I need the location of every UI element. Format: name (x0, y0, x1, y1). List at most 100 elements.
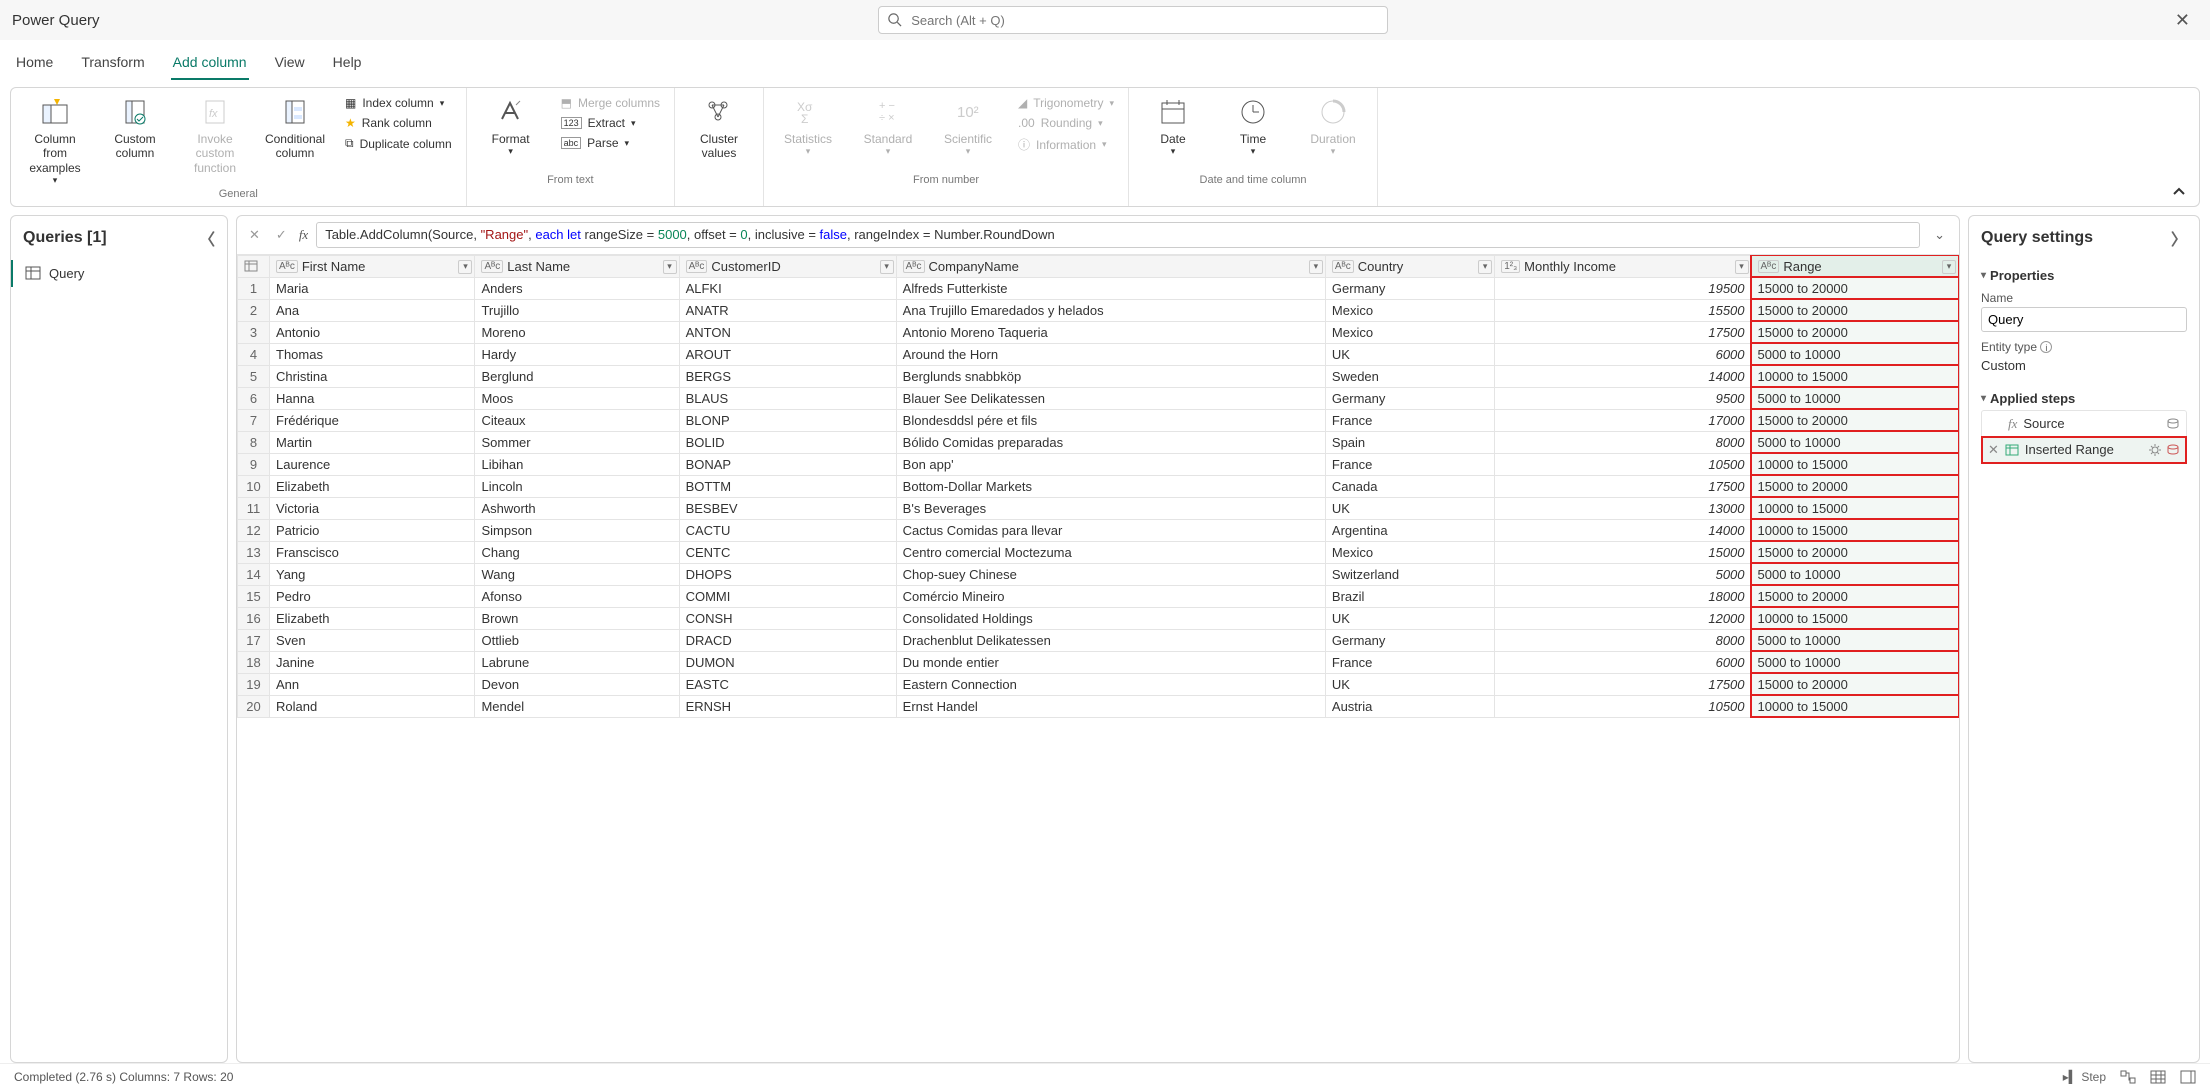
cell[interactable]: Janine (270, 651, 475, 673)
table-row[interactable]: 10ElizabethLincolnBOTTMBottom-Dollar Mar… (238, 475, 1959, 497)
cell[interactable]: Antonio (270, 321, 475, 343)
cell[interactable]: Cactus Comidas para llevar (896, 519, 1325, 541)
cell[interactable]: 15000 to 20000 (1751, 321, 1958, 343)
cell[interactable]: Consolidated Holdings (896, 607, 1325, 629)
cell[interactable]: 5000 to 10000 (1751, 629, 1958, 651)
grid-view-button[interactable] (2150, 1070, 2166, 1084)
row-number[interactable]: 12 (238, 519, 270, 541)
column-filter-button[interactable]: ▾ (1735, 260, 1749, 274)
table-row[interactable]: 9LaurenceLibihanBONAPBon app'France10500… (238, 453, 1959, 475)
row-number[interactable]: 18 (238, 651, 270, 673)
standard-button[interactable]: + −÷ × Standard ▾ (854, 94, 922, 157)
column-filter-button[interactable]: ▾ (1309, 260, 1323, 274)
cell[interactable]: 10000 to 15000 (1751, 365, 1958, 387)
cell[interactable]: Ana Trujillo Emaredados y helados (896, 299, 1325, 321)
cell[interactable]: Brazil (1325, 585, 1494, 607)
row-number[interactable]: 15 (238, 585, 270, 607)
cell[interactable]: 9500 (1495, 387, 1751, 409)
cell[interactable]: DRACD (679, 629, 896, 651)
cell[interactable]: 17500 (1495, 673, 1751, 695)
close-button[interactable]: ✕ (2167, 6, 2198, 35)
scientific-button[interactable]: 10² Scientific ▾ (934, 94, 1002, 157)
column-filter-button[interactable]: ▾ (1478, 260, 1492, 274)
cell[interactable]: Drachenblut Delikatessen (896, 629, 1325, 651)
cell[interactable]: Maria (270, 277, 475, 299)
step-source[interactable]: fx Source (1982, 411, 2186, 437)
cell[interactable]: Germany (1325, 277, 1494, 299)
formula-expand-button[interactable]: ⌄ (1928, 227, 1951, 243)
cell[interactable]: Austria (1325, 695, 1494, 717)
cell[interactable]: Simpson (475, 519, 679, 541)
cell[interactable]: Moos (475, 387, 679, 409)
formula-cancel-button[interactable]: ✕ (245, 227, 264, 243)
cell[interactable]: Sven (270, 629, 475, 651)
extract-button[interactable]: 123Extract ▾ (557, 114, 664, 132)
cell[interactable]: BLAUS (679, 387, 896, 409)
tab-home[interactable]: Home (14, 48, 55, 80)
cell[interactable]: Franscisco (270, 541, 475, 563)
cell[interactable]: 14000 (1495, 365, 1751, 387)
cell[interactable]: Yang (270, 563, 475, 585)
cell[interactable]: 6000 (1495, 343, 1751, 365)
custom-column-button[interactable]: Custom column (101, 94, 169, 161)
cell[interactable]: Ottlieb (475, 629, 679, 651)
information-button[interactable]: ⓘInformation ▾ (1014, 134, 1118, 155)
datatype-icon[interactable]: 1²₃ (1501, 260, 1520, 273)
diagram-view-button[interactable] (2120, 1070, 2136, 1084)
row-number[interactable]: 13 (238, 541, 270, 563)
table-row[interactable]: 18JanineLabruneDUMONDu monde entierFranc… (238, 651, 1959, 673)
cell[interactable]: 10500 (1495, 453, 1751, 475)
cell[interactable]: 13000 (1495, 497, 1751, 519)
cell[interactable]: Antonio Moreno Taqueria (896, 321, 1325, 343)
cell[interactable]: BESBEV (679, 497, 896, 519)
datatype-icon[interactable]: Aᴮc (276, 260, 298, 273)
cell[interactable]: Spain (1325, 431, 1494, 453)
cell[interactable]: 10000 to 15000 (1751, 519, 1958, 541)
cell[interactable]: Laurence (270, 453, 475, 475)
cell[interactable]: CENTC (679, 541, 896, 563)
cell[interactable]: UK (1325, 343, 1494, 365)
cell[interactable]: Du monde entier (896, 651, 1325, 673)
time-button[interactable]: Time ▾ (1219, 94, 1287, 157)
cell[interactable]: Martin (270, 431, 475, 453)
row-number[interactable]: 17 (238, 629, 270, 651)
query-name-input[interactable] (1981, 307, 2187, 332)
cell[interactable]: Centro comercial Moctezuma (896, 541, 1325, 563)
cell[interactable]: 17500 (1495, 321, 1751, 343)
column-header[interactable]: AᴮcRange▾ (1751, 255, 1958, 277)
cell[interactable]: Mexico (1325, 299, 1494, 321)
cell[interactable]: 15500 (1495, 299, 1751, 321)
row-number[interactable]: 19 (238, 673, 270, 695)
cell[interactable]: 5000 to 10000 (1751, 651, 1958, 673)
cell[interactable]: ANATR (679, 299, 896, 321)
row-number[interactable]: 10 (238, 475, 270, 497)
cell[interactable]: 15000 (1495, 541, 1751, 563)
tab-transform[interactable]: Transform (79, 48, 146, 80)
cell[interactable]: Elizabeth (270, 475, 475, 497)
column-header[interactable]: AᴮcCompanyName▾ (896, 255, 1325, 277)
cell[interactable]: Christina (270, 365, 475, 387)
cell[interactable]: 12000 (1495, 607, 1751, 629)
cell[interactable]: 15000 to 20000 (1751, 673, 1958, 695)
table-row[interactable]: 20RolandMendelERNSHErnst HandelAustria10… (238, 695, 1959, 717)
cell[interactable]: 15000 to 20000 (1751, 299, 1958, 321)
format-button[interactable]: Format ▾ (477, 94, 545, 157)
cell[interactable]: Switzerland (1325, 563, 1494, 585)
cell[interactable]: Ana (270, 299, 475, 321)
cell[interactable]: 17000 (1495, 409, 1751, 431)
cell[interactable]: DHOPS (679, 563, 896, 585)
cell[interactable]: 17500 (1495, 475, 1751, 497)
cell[interactable]: Sommer (475, 431, 679, 453)
step-button[interactable]: ▸▍ Step (2063, 1070, 2106, 1084)
cell[interactable]: Chop-suey Chinese (896, 563, 1325, 585)
cell[interactable]: Brown (475, 607, 679, 629)
cell[interactable]: 10000 to 15000 (1751, 607, 1958, 629)
queries-collapse-button[interactable]: 〈 (199, 226, 215, 250)
cell[interactable]: Germany (1325, 387, 1494, 409)
cell[interactable]: UK (1325, 497, 1494, 519)
cell[interactable]: Germany (1325, 629, 1494, 651)
cell[interactable]: 15000 to 20000 (1751, 409, 1958, 431)
cell[interactable]: Mexico (1325, 541, 1494, 563)
ribbon-collapse-button[interactable] (2171, 184, 2187, 200)
column-filter-button[interactable]: ▾ (880, 260, 894, 274)
